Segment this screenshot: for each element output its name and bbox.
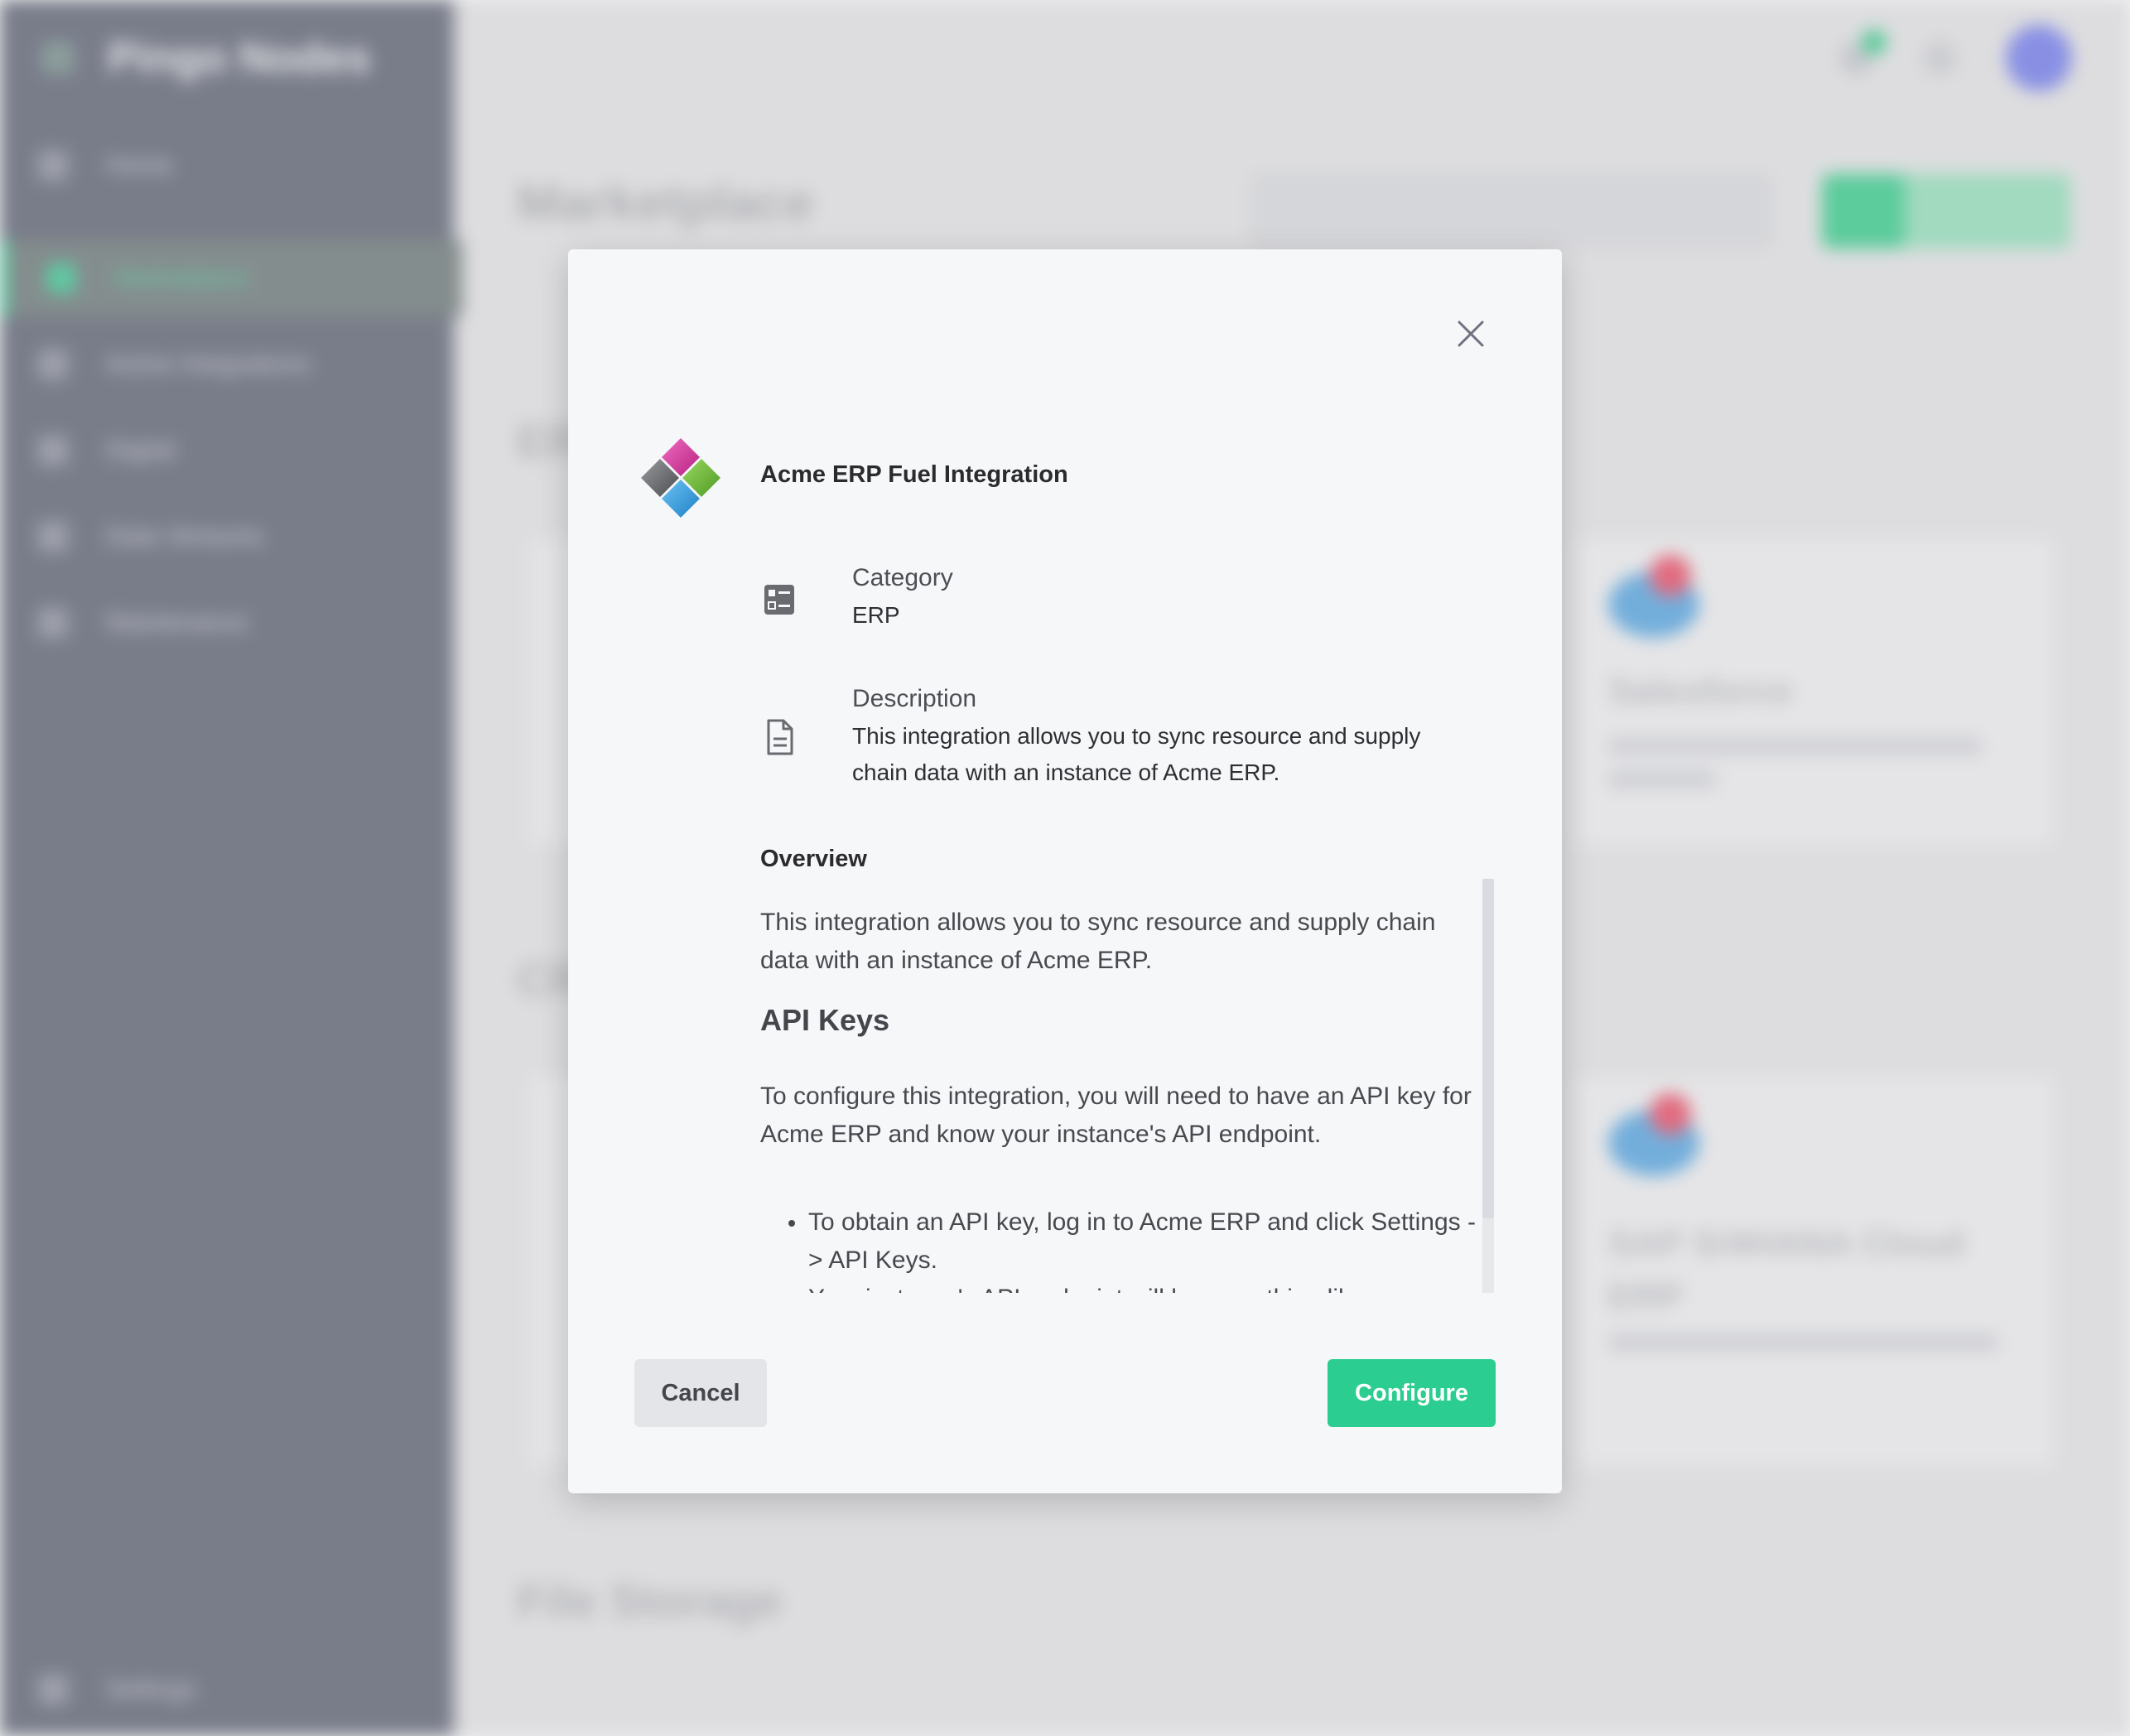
- description-label: Description: [852, 685, 977, 712]
- acme-logo-icon: [641, 438, 720, 518]
- description-value: This integration allows you to sync reso…: [852, 723, 1421, 785]
- api-keys-paragraph: To configure this integration, you will …: [760, 1083, 1472, 1148]
- close-button[interactable]: [1446, 309, 1496, 359]
- configure-button[interactable]: Configure: [1328, 1359, 1496, 1427]
- list-item: To obtain an API key, log in to Acme ERP…: [788, 1203, 1481, 1280]
- category-label: Category: [852, 564, 953, 591]
- document-icon: [767, 719, 793, 755]
- overview-heading: Overview: [760, 846, 867, 872]
- close-icon: [1458, 321, 1484, 347]
- scrollbar-thumb[interactable]: [1482, 879, 1494, 1218]
- overview-scroll-area[interactable]: This integration allows you to sync reso…: [760, 879, 1486, 1293]
- overview-paragraph: This integration allows you to sync reso…: [760, 909, 1436, 974]
- category-value: ERP: [852, 602, 900, 628]
- api-keys-heading: API Keys: [760, 1003, 890, 1037]
- integration-title: Acme ERP Fuel Integration: [760, 461, 1068, 488]
- integration-detail-modal: Acme ERP Fuel Integration Category ERP D…: [568, 249, 1562, 1493]
- list-item: Your instance's API endpoint will be som…: [808, 1280, 1481, 1293]
- category-list-icon: [764, 585, 794, 615]
- cancel-button[interactable]: Cancel: [634, 1359, 767, 1427]
